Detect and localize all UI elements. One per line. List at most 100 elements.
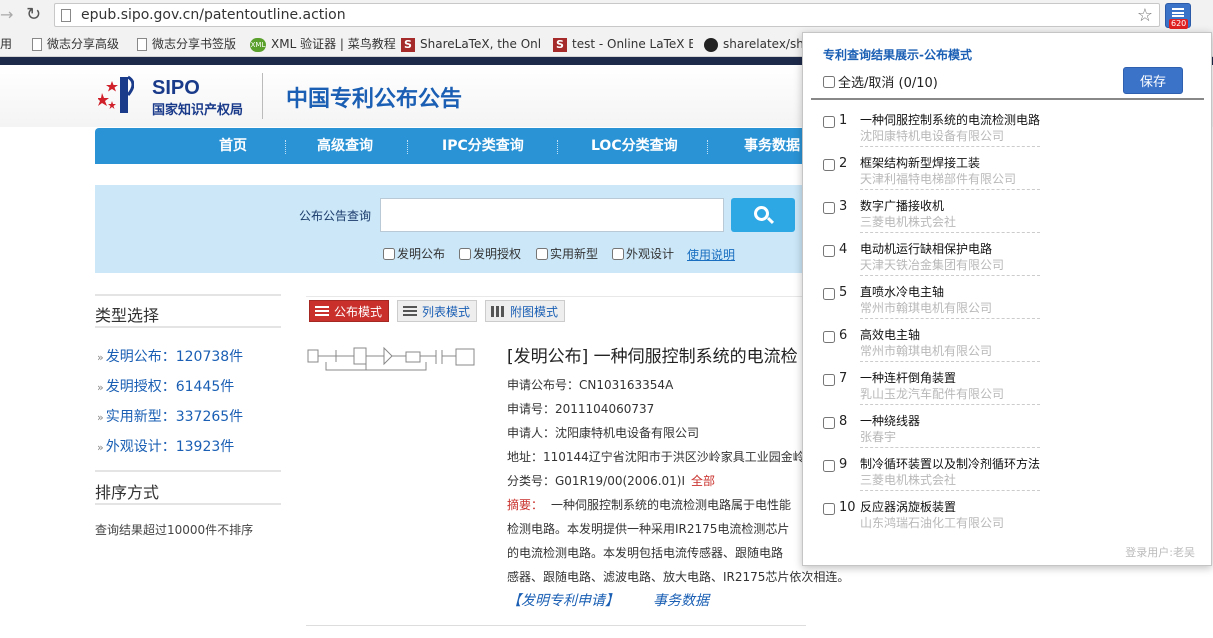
sidebar-item-utility-model[interactable]: » 实用新型：337265件 [97,406,243,426]
item-name[interactable]: 高效电主轴 [860,326,920,343]
classification: 分类号：G01R19/00(2006.01)I 全部 [507,472,715,489]
result-title[interactable]: [发明公布] 一种伺服控制系统的电流检 [507,342,798,367]
url-text[interactable]: epub.sipo.gov.cn/patentoutline.action [81,7,346,23]
list-item[interactable]: 6 高效电主轴 常州市翰琪电机有限公司 [823,326,1203,368]
tab-list-mode[interactable]: 列表模式 [397,300,478,322]
abstract-text: 一种伺服控制系统的电流检测电路属于电性能 [551,498,792,512]
announcement-mode-icon [315,306,329,317]
nav-advanced-search[interactable]: 高级查询 [317,128,373,164]
item-name[interactable]: 反应器涡旋板装置 [860,498,956,515]
reload-icon[interactable]: ↻ [26,4,46,26]
list-item[interactable]: 8 一种绕线器 张春宇 [823,412,1203,454]
item-checkbox[interactable] [823,159,835,171]
usage-guide-link[interactable]: 使用说明 [687,246,735,263]
list-item[interactable]: 9 制冷循环装置以及制冷剂循环方法 三菱电机株式会社 [823,455,1203,497]
item-checkbox[interactable] [823,460,835,472]
item-checkbox[interactable] [823,503,835,515]
bookmark-item[interactable]: S ShareLaTeX, the Onli [401,35,541,53]
search-button[interactable] [731,198,795,232]
classification-all-link[interactable]: 全部 [691,474,715,488]
nav-loc-search[interactable]: LOC分类查询 [591,128,678,164]
header-divider [262,73,263,119]
type-checkbox-design[interactable]: 外观设计 [612,245,674,262]
item-name[interactable]: 数字广播接收机 [860,197,944,214]
item-name[interactable]: 框架结构新型焊接工装 [860,154,980,171]
page-icon [32,38,42,51]
search-input[interactable] [380,198,724,232]
checkbox[interactable] [823,76,835,88]
item-assignee: 常州市翰琪电机有限公司 [860,301,993,315]
list-item[interactable]: 2 框架结构新型焊接工装 天津利福特电梯部件有限公司 [823,154,1203,196]
save-button[interactable]: 保存 [1123,67,1183,94]
bullet-icon: » [97,411,104,424]
item-assignee: 天津天铁冶金集团有限公司 [860,258,1005,272]
bullet-icon: » [97,351,104,364]
list-item[interactable]: 7 一种连杆倒角装置 乳山玉龙汽车配件有限公司 [823,369,1203,411]
nav-separator [407,140,408,154]
checkbox[interactable] [459,248,471,260]
checkbox[interactable] [612,248,624,260]
list-item[interactable]: 5 直喷水冷电主轴 常州市翰琪电机有限公司 [823,283,1203,325]
item-checkbox[interactable] [823,288,835,300]
bookmark-item[interactable]: sharelatex/sha [704,35,804,53]
site-title: 中国专利公布公告 [286,87,463,112]
patent-results-popup: 专利查询结果展示-公布模式 全选/取消 (0/10) 保存 1 一种伺服控制系统的… [802,32,1212,566]
sidebar-item-invention-publication[interactable]: » 发明公布：120738件 [97,346,243,366]
bookmark-item[interactable]: XML XML 验证器 | 菜鸟教程 [250,35,396,53]
item-name[interactable]: 一种连杆倒角装置 [860,369,956,386]
transaction-data-link[interactable]: 事务数据 [653,590,709,610]
patent-extension-button[interactable]: 620 [1165,3,1191,29]
checkbox[interactable] [536,248,548,260]
tab-label: 公布模式 [334,305,383,319]
list-item[interactable]: 10 反应器涡旋板装置 山东鸿瑞石油化工有限公司 [823,498,1203,540]
patent-drawing-thumbnail[interactable] [306,344,478,374]
item-name[interactable]: 制冷循环装置以及制冷剂循环方法 [860,455,1040,472]
bookmark-item[interactable]: 用 [0,35,12,53]
bookmark-star-icon[interactable]: ☆ [1137,5,1153,26]
sidebar-item-invention-grant[interactable]: » 发明授权：61445件 [97,376,234,396]
item-name[interactable]: 一种伺服控制系统的电流检测电路 [860,111,1040,128]
search-icon-handle [766,216,775,225]
nav-transaction-data[interactable]: 事务数据 [744,128,800,164]
item-assignee: 天津利福特电梯部件有限公司 [860,172,1017,186]
view-mode-bar: 公布模式 列表模式 附图模式 [306,296,806,324]
list-item[interactable]: 3 数字广播接收机 三菱电机株式会社 [823,197,1203,239]
bookmark-label: XML 验证器 | 菜鸟教程 [271,37,396,51]
bookmark-label: sharelatex/sha [723,37,804,51]
type-checkbox-invention-publication[interactable]: 发明公布 [383,245,445,262]
checkbox[interactable] [383,248,395,260]
list-item[interactable]: 1 一种伺服控制系统的电流检测电路 沈阳康特机电设备有限公司 [823,111,1203,153]
tab-announcement-mode[interactable]: 公布模式 [309,300,390,322]
item-checkbox[interactable] [823,331,835,343]
select-all-checkbox[interactable]: 全选/取消 (0/10) [823,72,938,91]
type-checkbox-invention-grant[interactable]: 发明授权 [459,245,521,262]
item-name[interactable]: 直喷水冷电主轴 [860,283,944,300]
item-name[interactable]: 一种绕线器 [860,412,920,429]
list-mode-icon [403,306,417,317]
address-bar[interactable]: epub.sipo.gov.cn/patentoutline.action ☆ [54,3,1160,27]
list-item[interactable]: 4 电动机运行缺相保护电路 天津天铁冶金集团有限公司 [823,240,1203,282]
bullet-icon: » [97,381,104,394]
item-checkbox[interactable] [823,417,835,429]
tab-figure-mode[interactable]: 附图模式 [485,300,566,322]
bookmark-item[interactable]: Stest - Online LaTeX E [553,35,693,53]
item-name[interactable]: 电动机运行缺相保护电路 [860,240,992,257]
sidebar-item-label: 发明授权：61445件 [105,379,235,395]
bookmark-item[interactable]: 微志分享高级 [32,35,119,53]
search-label: 公布公告查询 [299,209,372,223]
item-checkbox[interactable] [823,374,835,386]
type-checkbox-utility-model[interactable]: 实用新型 [536,245,598,262]
item-checkbox[interactable] [823,116,835,128]
back-arrow-icon[interactable]: → [0,5,14,25]
item-number: 7 [839,371,848,386]
item-checkbox[interactable] [823,245,835,257]
item-checkbox[interactable] [823,202,835,214]
bookmark-item[interactable]: 微志分享书签版 [137,35,236,53]
menu-lines-icon [1172,8,1184,17]
invention-application-link[interactable]: 【发明专利申请】 [507,590,619,610]
nav-ipc-search[interactable]: IPC分类查询 [442,128,524,164]
github-icon [704,37,718,52]
nav-home[interactable]: 首页 [219,128,247,164]
sidebar-item-design[interactable]: » 外观设计：13923件 [97,436,234,456]
item-divider [860,189,1040,190]
